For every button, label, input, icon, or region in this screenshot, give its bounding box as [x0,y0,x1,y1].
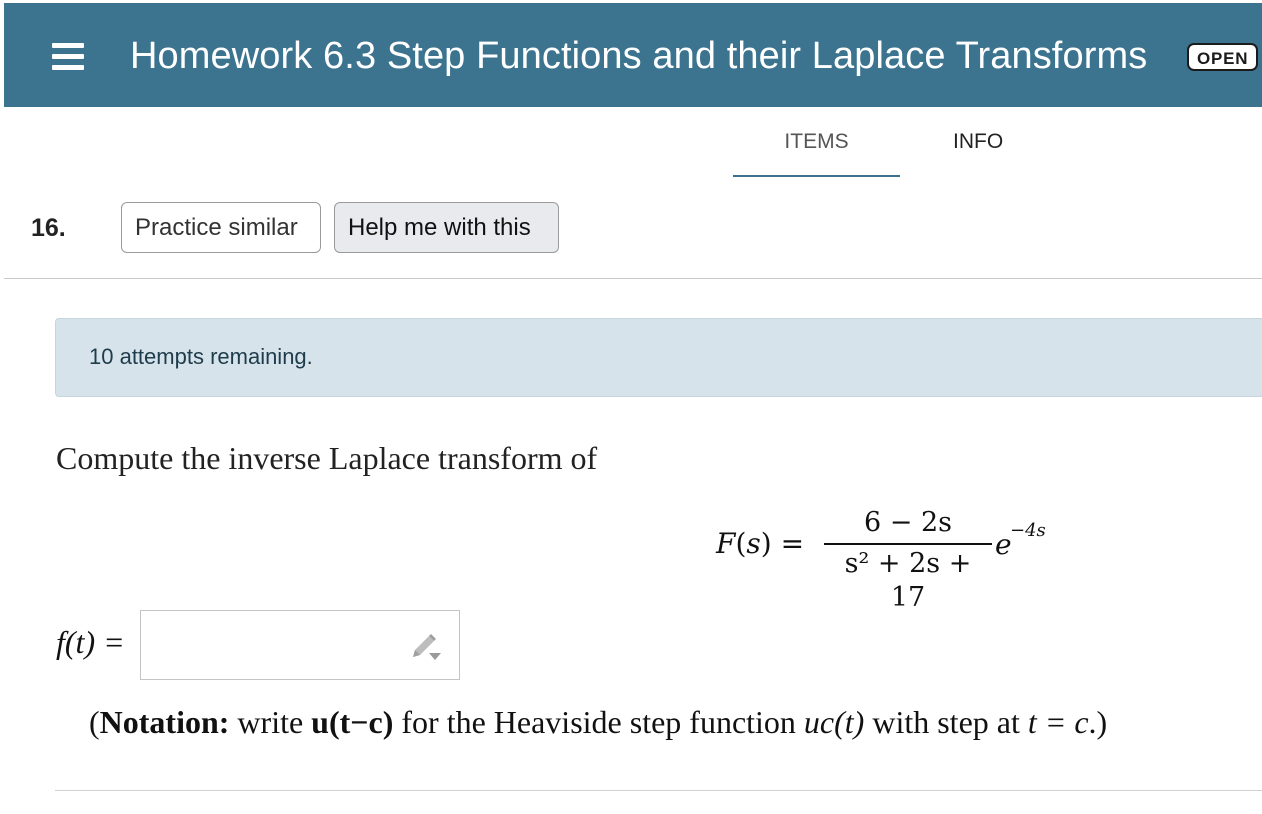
attempts-text: 10 attempts remaining. [89,344,313,369]
notation-code: u(t−c) [311,704,394,740]
notation-math: uc(t) [803,704,865,740]
equation-lhs-fn: F [716,527,736,560]
notation-hint: (Notation: write u(t−c) for the Heavisid… [89,700,1107,744]
question-prompt: Compute the inverse Laplace transform of [56,440,598,476]
tab-items[interactable]: ITEMS [733,126,900,158]
laplace-equation: F(s) = 6 − 2s s² + 2s + 17 e −4s [716,506,1056,613]
help-me-button[interactable]: Help me with this [334,202,559,253]
equation-denominator: s² + 2s + 17 [844,548,972,613]
equation-equals: = [780,527,805,560]
active-tab-indicator [733,175,900,177]
notation-label: Notation: [99,704,230,740]
answer-input[interactable] [140,610,460,680]
equation-fraction: 6 − 2s s² + 2s + 17 [824,506,992,615]
fraction-bar [824,543,992,545]
equation-exponential: e −4s [995,520,1046,562]
equation-lhs: F(s) = [716,527,805,560]
notation-close: .) [1088,704,1108,740]
hamburger-menu-icon[interactable] [50,37,90,77]
tab-info[interactable]: INFO [953,126,1003,158]
notation-open-paren: ( [89,704,100,740]
app-header: Homework 6.3 Step Functions and their La… [4,3,1262,107]
question-number: 16. [31,214,66,242]
answer-label: f(t) = [56,624,125,660]
divider [55,790,1262,791]
notation-math-2: t = c [1027,704,1089,740]
notation-text-3: with step at [864,704,1028,740]
divider [4,278,1262,279]
status-badge: OPEN [1187,43,1259,71]
exponent: −4s [1010,520,1046,541]
practice-similar-button[interactable]: Practice similar [121,202,321,253]
pencil-dropdown-icon[interactable] [407,631,443,663]
equation-lhs-arg: s [746,527,761,560]
equation-numerator: 6 − 2s [863,507,952,538]
notation-text-1: write [229,704,312,740]
assignment-title: Homework 6.3 Step Functions and their La… [130,35,1148,77]
attempts-banner: 10 attempts remaining. [55,318,1262,397]
notation-text-2: for the Heaviside step function [393,704,804,740]
